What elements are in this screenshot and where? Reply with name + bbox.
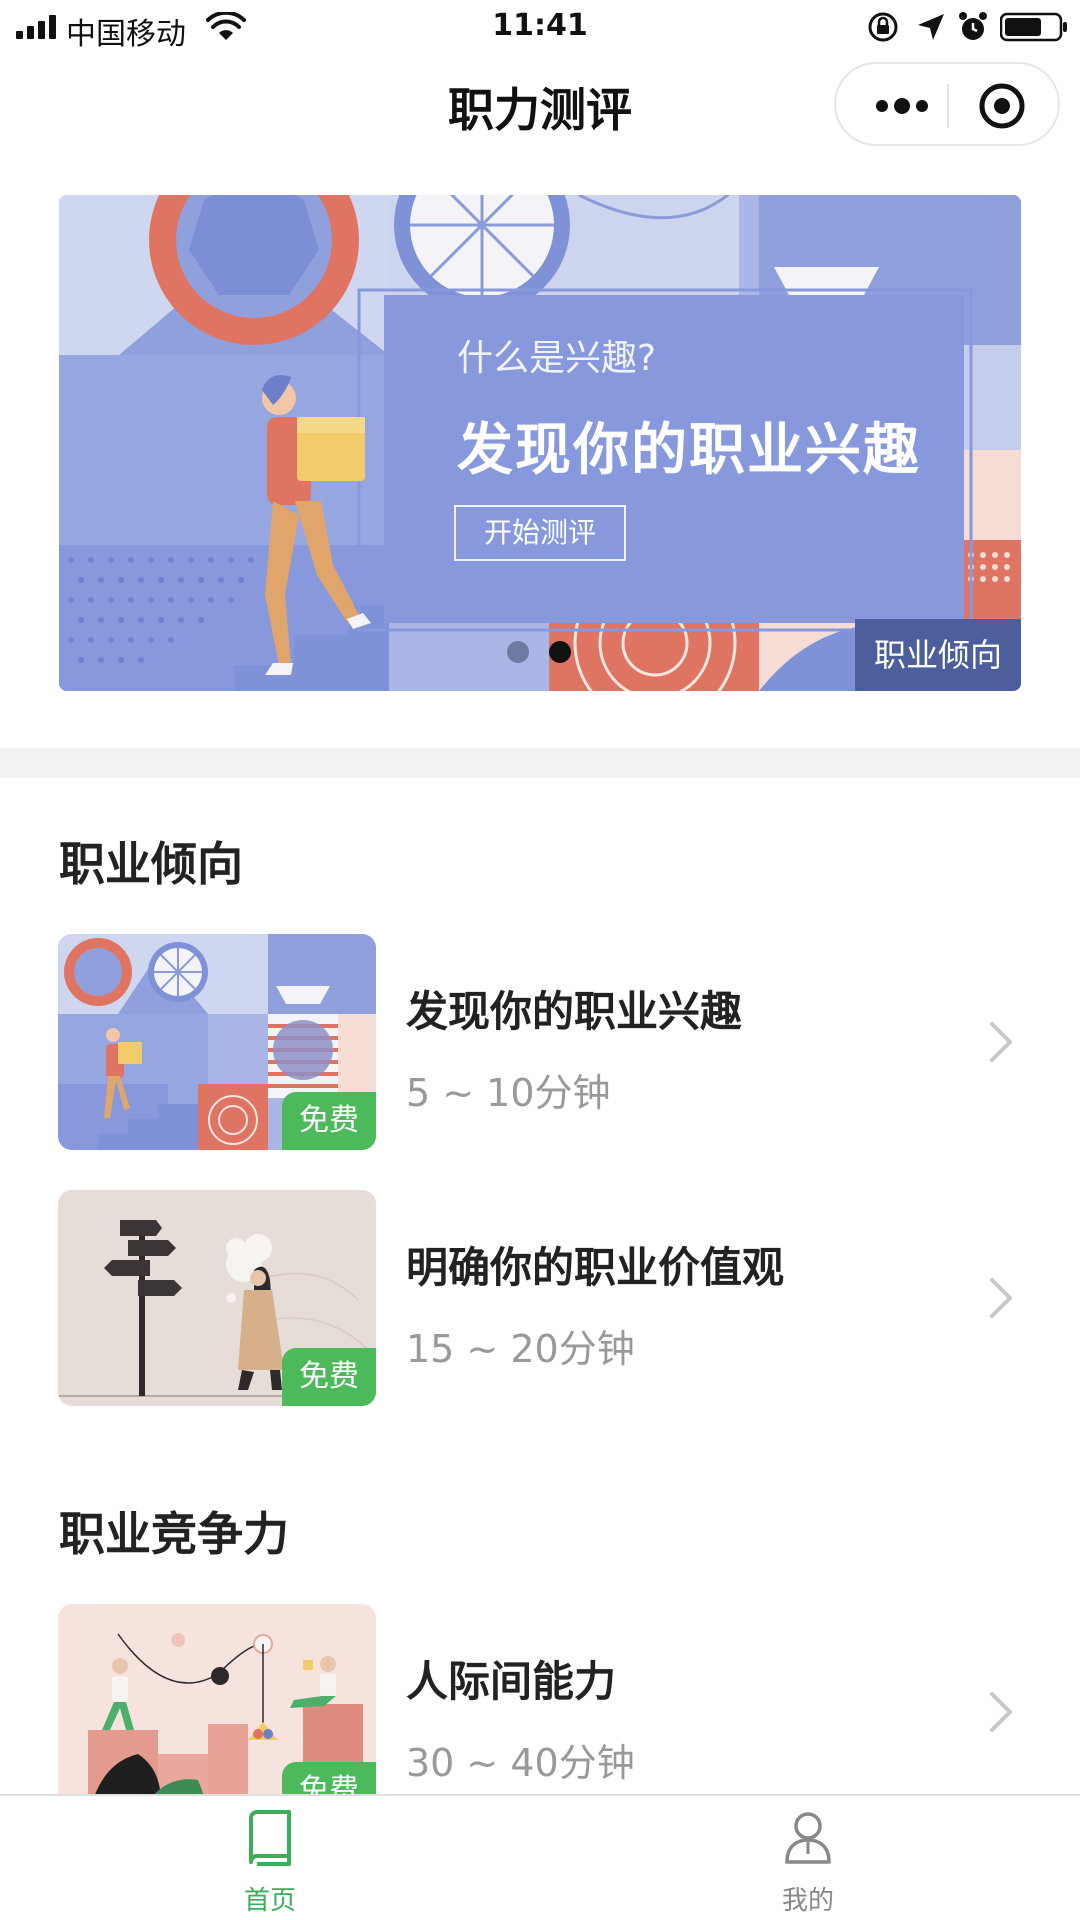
thumbnail-values: 免费: [58, 1190, 376, 1406]
start-assessment-button[interactable]: 开始测评: [454, 505, 626, 561]
chevron-right-icon: [990, 1022, 1012, 1062]
tab-bar: 首页 我的: [0, 1794, 1080, 1920]
person-icon: [785, 1812, 831, 1864]
assessment-duration: 5 ~ 10分钟: [406, 1071, 611, 1115]
carousel-dot-1[interactable]: [507, 641, 529, 663]
assessment-card-values[interactable]: 免费 明确你的职业价值观 15 ~ 20分钟: [58, 1190, 1020, 1406]
banner-title: 发现你的职业兴趣: [457, 418, 921, 483]
banner-carousel[interactable]: 什么是兴趣? 发现你的职业兴趣 开始测评 职业倾向: [59, 195, 1021, 691]
assessment-card-interest[interactable]: 免费 发现你的职业兴趣 5 ~ 10分钟: [58, 934, 1020, 1150]
carousel-indicator: [507, 641, 587, 665]
tab-home[interactable]: 首页: [170, 1796, 370, 1920]
assessment-title: 发现你的职业兴趣: [406, 987, 743, 1036]
banner-text-card: 什么是兴趣? 发现你的职业兴趣 开始测评: [384, 295, 964, 623]
orientation-lock-icon: [868, 12, 898, 42]
miniprogram-capsule: [834, 62, 1060, 146]
more-icon[interactable]: [872, 86, 932, 126]
banner-subtitle: 什么是兴趣?: [457, 338, 657, 379]
thumbnail-interpersonal: 免费: [58, 1604, 376, 1820]
tab-mine-label: 我的: [781, 1886, 834, 1916]
capsule-divider: [947, 84, 949, 128]
alarm-icon: [959, 12, 987, 40]
location-icon: [918, 14, 944, 40]
tab-mine[interactable]: 我的: [708, 1796, 908, 1920]
thumbnail-interest: 免费: [58, 934, 376, 1150]
status-bar: 中国移动 11:41: [0, 0, 1080, 55]
chevron-right-icon: [990, 1692, 1012, 1732]
close-miniprogram-icon[interactable]: [978, 82, 1026, 130]
chevron-right-icon: [990, 1278, 1012, 1318]
tab-home-label: 首页: [243, 1886, 296, 1916]
book-icon: [249, 1810, 291, 1866]
assessment-duration: 15 ~ 20分钟: [406, 1327, 635, 1371]
assessment-duration: 30 ~ 40分钟: [406, 1741, 635, 1785]
assessment-card-interpersonal[interactable]: 免费 人际间能力 30 ~ 40分钟: [58, 1604, 1020, 1820]
section-divider: [0, 748, 1080, 778]
free-badge: 免费: [282, 1348, 376, 1406]
carousel-dot-2-active[interactable]: [549, 641, 571, 663]
assessment-title: 人际间能力: [406, 1657, 617, 1706]
battery-icon: [1000, 12, 1067, 42]
section-title-career-competitiveness: 职业竞争力: [59, 1507, 289, 1561]
free-badge: 免费: [282, 1092, 376, 1150]
banner-category-tag: 职业倾向: [855, 619, 1021, 691]
section-title-career-tendency: 职业倾向: [59, 837, 243, 891]
assessment-title: 明确你的职业价值观: [406, 1243, 785, 1292]
